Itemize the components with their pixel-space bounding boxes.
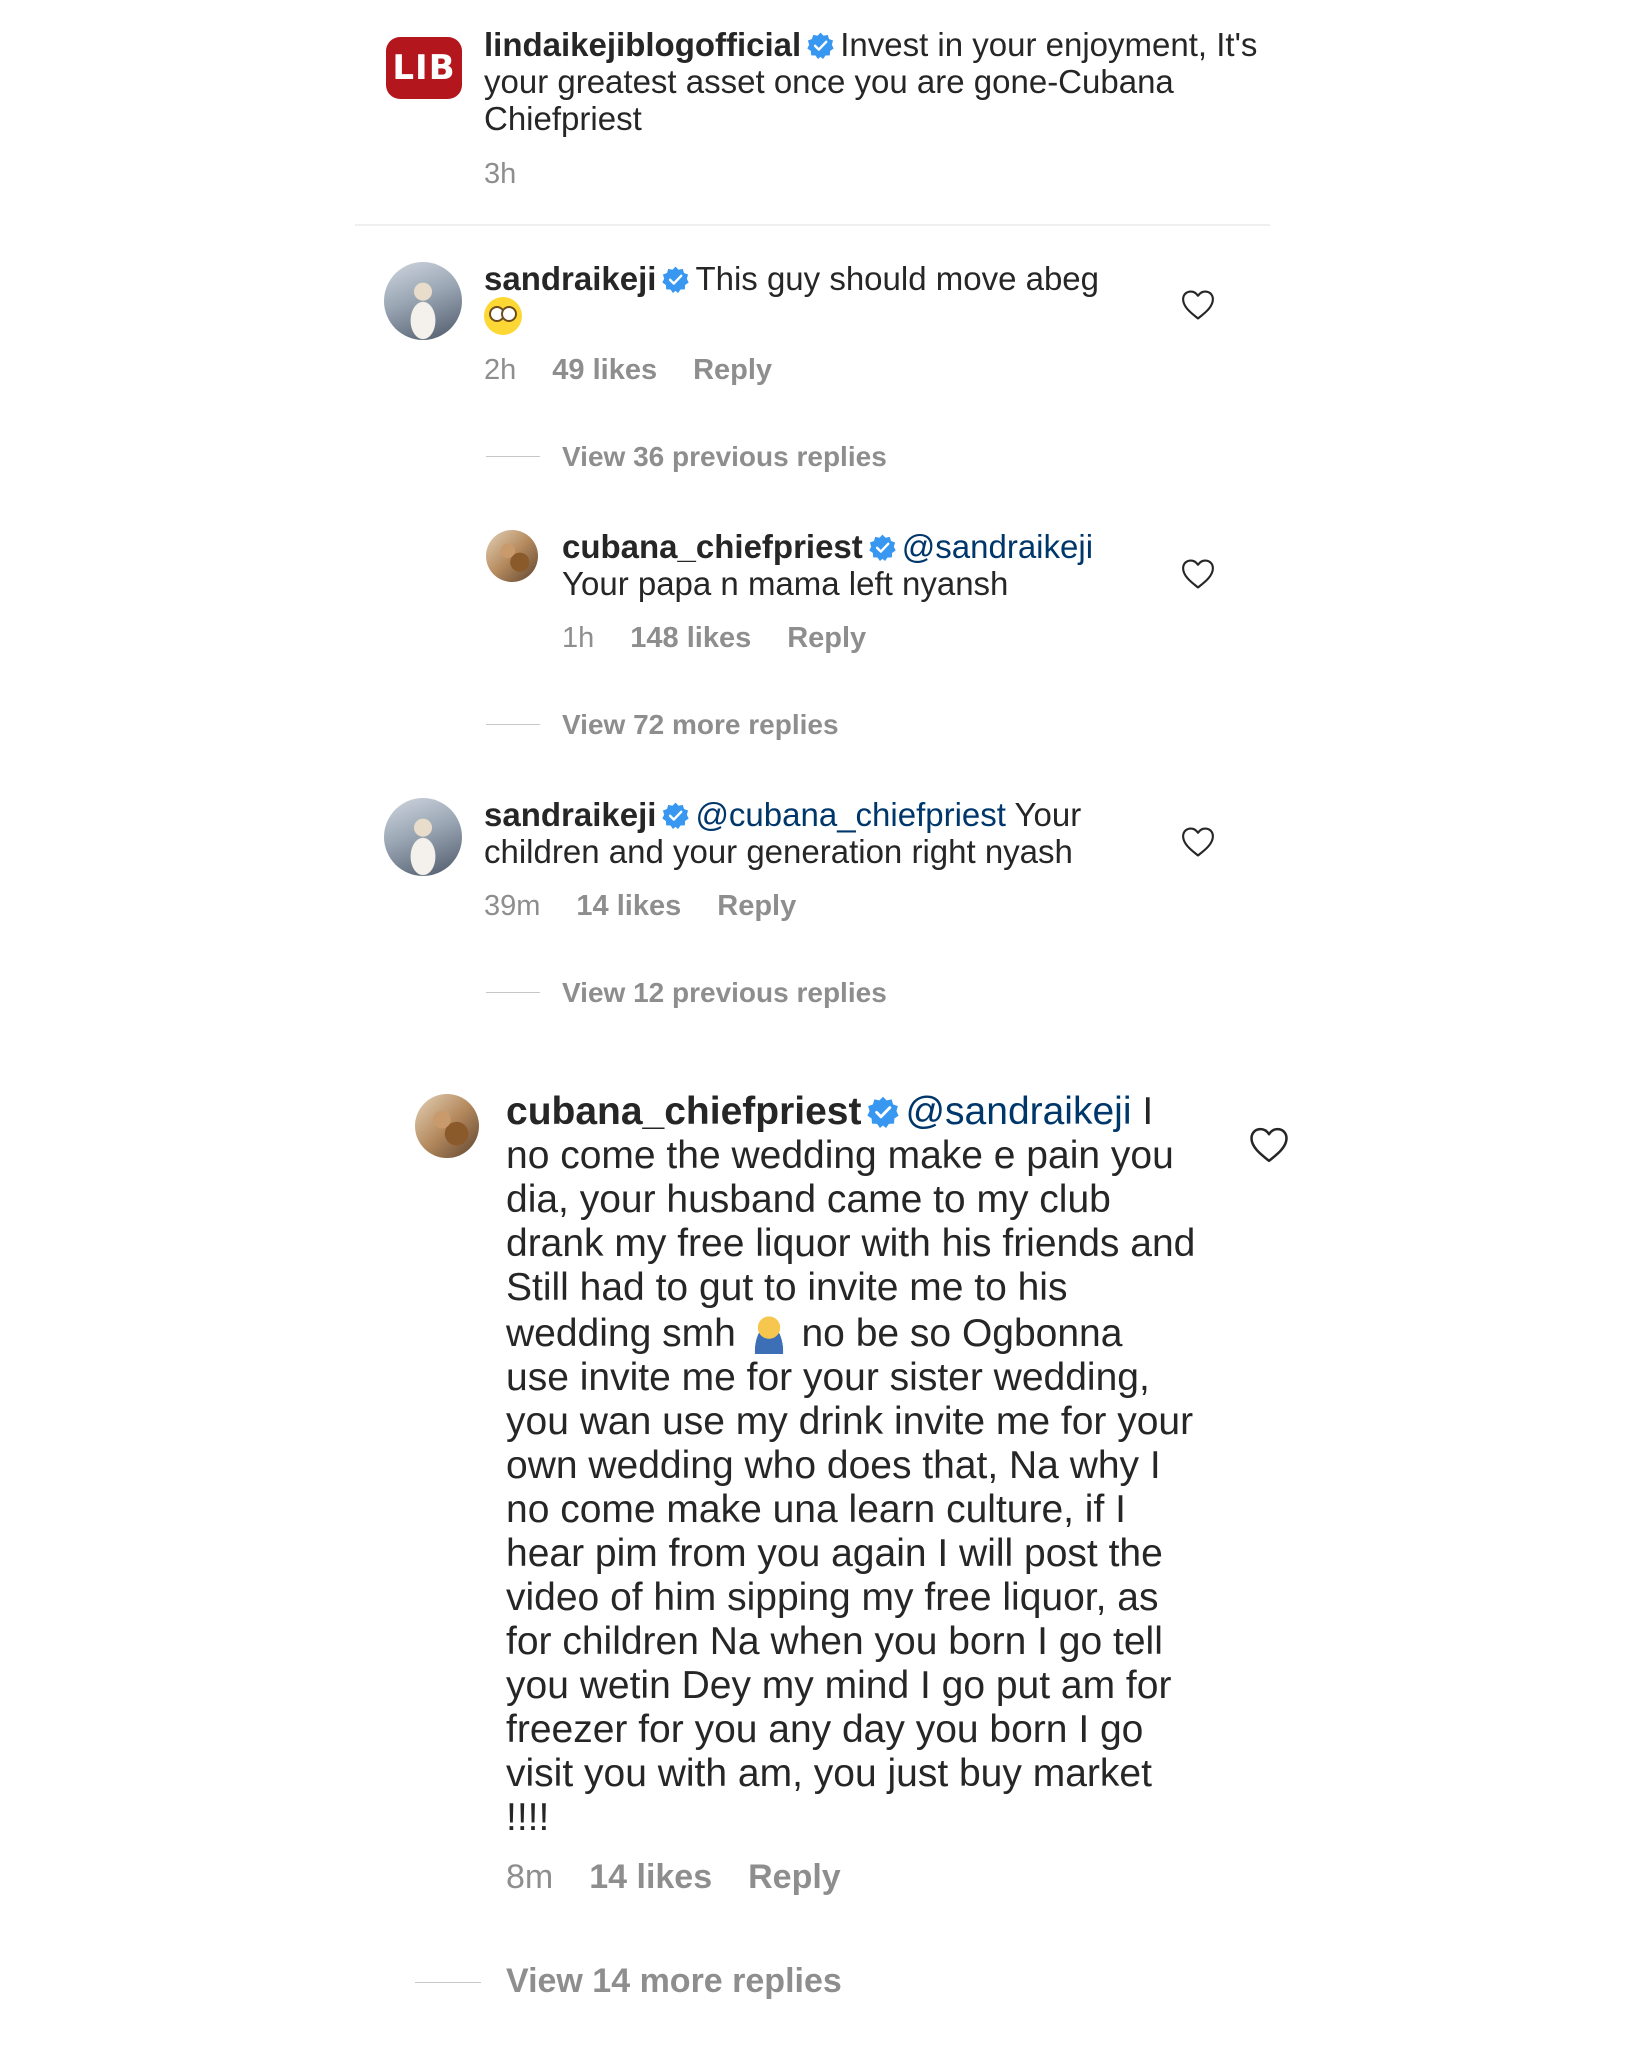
comment-time: 39m: [484, 890, 541, 922]
reply-text: Your papa n mama left nyansh: [562, 565, 1009, 602]
comment-text: This guy should move abeg: [695, 260, 1100, 297]
like-heart-icon[interactable]: [1249, 1126, 1289, 1164]
reply-username[interactable]: cubana_chiefpriest: [506, 1090, 861, 1133]
reply-button[interactable]: Reply: [717, 890, 796, 922]
comment-text-continued: children and your generation right nyash: [484, 833, 1073, 870]
mention-link[interactable]: @sandraikeji: [905, 1090, 1131, 1133]
comment-meta: 2h 49 likes Reply: [484, 354, 808, 387]
avatar-cubana-chiefpriest[interactable]: [415, 1094, 479, 1158]
verified-badge-icon: [662, 802, 689, 829]
reply-button[interactable]: Reply: [693, 354, 772, 386]
post-caption: lindaikejiblogofficial Invest in your enj…: [484, 26, 1264, 137]
facepalm-emoji-icon: [746, 1310, 791, 1354]
verified-badge-icon: [869, 534, 896, 561]
lindaikejiblog-logo[interactable]: LIB: [386, 37, 462, 99]
comment-text: Your: [1014, 796, 1082, 833]
comment-sandraikeji-2: sandraikeji @cubana_chiefpriest Your chil…: [484, 796, 1124, 870]
verified-badge-icon: [867, 1096, 899, 1128]
reply-button[interactable]: Reply: [748, 1858, 841, 1896]
like-heart-icon[interactable]: [1181, 826, 1215, 858]
comment-username[interactable]: sandraikeji: [484, 260, 656, 297]
comment-likes[interactable]: 14 likes: [576, 890, 681, 922]
like-heart-icon[interactable]: [1181, 558, 1215, 590]
replies-line: [486, 992, 540, 993]
mention-link[interactable]: @sandraikeji: [902, 528, 1093, 565]
reply-meta: 1h 148 likes Reply: [562, 622, 902, 655]
view-previous-replies-button[interactable]: View 36 previous replies: [562, 441, 887, 473]
verified-badge-icon: [662, 266, 689, 293]
replies-line: [486, 724, 540, 725]
reply-cubana-chiefpriest-2: cubana_chiefpriest @sandraikeji I no come…: [506, 1090, 1196, 1840]
replies-line: [486, 456, 540, 457]
comment-time: 2h: [484, 354, 517, 386]
comment-username[interactable]: sandraikeji: [484, 796, 656, 833]
view-more-replies-button[interactable]: View 14 more replies: [506, 1962, 842, 2001]
reply-cubana-chiefpriest-1: cubana_chiefpriest @sandraikeji Your papa…: [562, 528, 1122, 602]
avatar-sandraikeji[interactable]: [384, 798, 462, 876]
replies-line: [415, 1982, 481, 1983]
view-previous-replies-button[interactable]: View 12 previous replies: [562, 977, 887, 1009]
reply-likes[interactable]: 148 likes: [630, 622, 751, 654]
like-heart-icon[interactable]: [1181, 289, 1215, 321]
reply-text-part2: no be so Ogbonna use invite me for your …: [506, 1312, 1194, 1839]
rolling-eyes-emoji-icon: [484, 297, 522, 335]
mention-link[interactable]: @cubana_chiefpriest: [695, 796, 1006, 833]
view-more-replies-button[interactable]: View 72 more replies: [562, 709, 839, 741]
comment-meta: 39m 14 likes Reply: [484, 890, 832, 923]
divider: [355, 224, 1270, 226]
reply-username[interactable]: cubana_chiefpriest: [562, 528, 863, 565]
avatar-sandraikeji[interactable]: [384, 262, 462, 340]
post-username[interactable]: lindaikejiblogofficial: [484, 26, 801, 63]
verified-badge-icon: [807, 32, 834, 59]
post-time: 3h: [484, 158, 517, 190]
reply-time: 8m: [506, 1858, 554, 1896]
reply-likes[interactable]: 14 likes: [589, 1858, 712, 1896]
avatar-cubana-chiefpriest[interactable]: [486, 530, 538, 582]
reply-meta: 8m 14 likes Reply: [506, 1858, 877, 1897]
reply-button[interactable]: Reply: [787, 622, 866, 654]
comment-likes[interactable]: 49 likes: [552, 354, 657, 386]
comment-sandraikeji-1: sandraikeji This guy should move abeg: [484, 260, 1124, 335]
reply-time: 1h: [562, 622, 595, 654]
